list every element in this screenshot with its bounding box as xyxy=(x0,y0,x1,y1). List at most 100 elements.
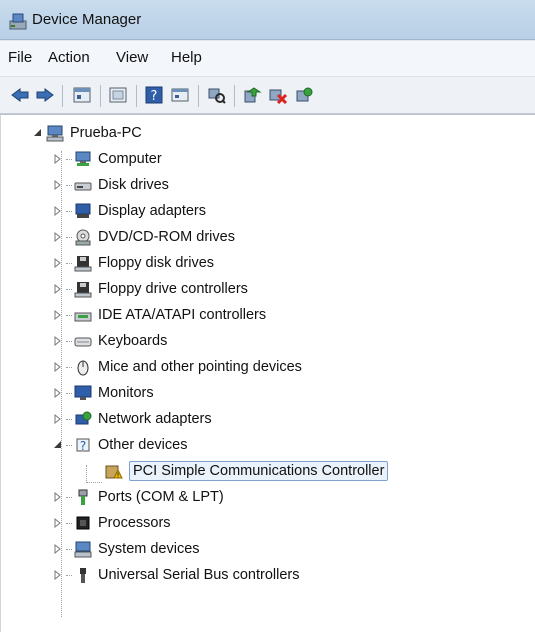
expand-arrow-icon[interactable] xyxy=(53,518,63,528)
tree-category-item[interactable]: Universal Serial Bus controllers xyxy=(53,563,299,587)
ide-controller-icon xyxy=(74,312,92,322)
tree-category-item[interactable]: Monitors xyxy=(53,381,154,405)
collapse-arrow-icon[interactable] xyxy=(53,440,63,450)
tree-category-item[interactable]: Floppy disk drives xyxy=(53,251,214,275)
tree-category-item[interactable]: Display adapters xyxy=(53,199,206,223)
menu-view[interactable]: View xyxy=(116,49,148,66)
expand-arrow-icon[interactable] xyxy=(53,180,63,190)
tree-connector xyxy=(66,522,72,524)
tree-connector xyxy=(66,496,72,498)
toolbar-separator xyxy=(100,85,101,107)
update-driver-icon[interactable] xyxy=(240,84,264,106)
window-title: Device Manager xyxy=(32,11,142,28)
tree-connector xyxy=(86,465,87,483)
scan-hardware-icon[interactable] xyxy=(204,84,228,106)
tree-connector xyxy=(66,392,72,394)
network-adapter-icon xyxy=(75,411,92,425)
menu-action[interactable]: Action xyxy=(48,49,90,66)
console-icon[interactable] xyxy=(168,84,192,106)
tree-category-item[interactable]: DVD/CD-ROM drives xyxy=(53,225,235,249)
tree-category-label: Processors xyxy=(98,515,171,531)
expand-arrow-icon[interactable] xyxy=(53,388,63,398)
device-tree: Prueba-PC Computer Disk drives Display ada… xyxy=(0,114,535,632)
tree-connector xyxy=(66,184,72,186)
tree-connector xyxy=(66,262,72,264)
tree-category-item[interactable]: Mice and other pointing devices xyxy=(53,355,302,379)
floppy-drive-icon xyxy=(74,256,92,272)
dvd-drive-icon xyxy=(75,229,91,246)
back-arrow-icon[interactable] xyxy=(8,84,32,106)
disk-drive-icon xyxy=(74,182,92,191)
toolbar-separator xyxy=(234,85,235,107)
tree-category-item[interactable]: Processors xyxy=(53,511,171,535)
expand-arrow-icon[interactable] xyxy=(53,544,63,554)
tree-category-item[interactable]: Network adapters xyxy=(53,407,212,431)
properties-icon[interactable] xyxy=(70,84,94,106)
expand-arrow-icon[interactable] xyxy=(53,414,63,424)
uninstall-icon[interactable] xyxy=(292,84,316,106)
tree-connector xyxy=(66,236,72,238)
tree-category-label: Computer xyxy=(98,151,162,167)
mouse-icon xyxy=(77,360,89,376)
expand-arrow-icon[interactable] xyxy=(53,362,63,372)
expand-arrow-icon[interactable] xyxy=(53,284,63,294)
expand-arrow-icon[interactable] xyxy=(53,570,63,580)
tree-category-label: Keyboards xyxy=(98,333,168,349)
tree-connector xyxy=(86,482,102,483)
forward-arrow-icon[interactable] xyxy=(33,84,57,106)
disable-device-icon[interactable] xyxy=(266,84,290,106)
expand-arrow-icon[interactable] xyxy=(53,336,63,346)
tree-connector xyxy=(66,340,72,342)
tree-connector xyxy=(66,366,72,368)
toolbar: ? xyxy=(0,77,535,114)
computer-icon xyxy=(75,151,91,166)
tree-category-label: Other devices xyxy=(98,437,188,453)
svg-text:?: ? xyxy=(80,439,86,453)
tree-category-item[interactable]: Disk drives xyxy=(53,173,169,197)
tree-category-label: Monitors xyxy=(98,385,154,401)
menu-file[interactable]: File xyxy=(8,49,32,66)
tree-device-item[interactable]: ! PCI Simple Communications Controller xyxy=(105,459,389,483)
expand-arrow-icon[interactable] xyxy=(53,258,63,268)
menu-bar: File Action View Help xyxy=(0,41,535,77)
tree-category-item[interactable]: Ports (COM & LPT) xyxy=(53,485,224,509)
tree-root[interactable]: Prueba-PC xyxy=(33,121,142,145)
tree-connector xyxy=(66,574,72,576)
toolbar-separator xyxy=(62,85,63,107)
tree-category-label: Floppy drive controllers xyxy=(98,281,248,297)
tree-connector xyxy=(66,210,72,212)
collapse-arrow-icon[interactable] xyxy=(33,128,43,138)
svg-text:?: ? xyxy=(151,89,158,104)
tree-category-label: System devices xyxy=(98,541,200,557)
device-manager-window: Device Manager File Action View Help ? P… xyxy=(0,0,535,632)
tree-category-label: Floppy disk drives xyxy=(98,255,215,271)
expand-arrow-icon[interactable] xyxy=(53,206,63,216)
tree-connector xyxy=(66,314,72,316)
expand-arrow-icon[interactable] xyxy=(53,154,63,164)
warning-device-icon: ! xyxy=(105,465,123,480)
ports-icon xyxy=(78,489,88,505)
help-icon[interactable]: ? xyxy=(142,84,166,106)
tree-connector xyxy=(66,288,72,290)
tree-category-item[interactable]: IDE ATA/ATAPI controllers xyxy=(53,303,266,327)
tree-category-item[interactable]: ? Other devices xyxy=(53,433,187,457)
tree-category-item[interactable]: Computer xyxy=(53,147,162,171)
show-hide-icon[interactable] xyxy=(106,84,130,106)
expand-arrow-icon[interactable] xyxy=(53,310,63,320)
tree-category-label: DVD/CD-ROM drives xyxy=(98,229,235,245)
tree-connector xyxy=(66,444,72,446)
tree-category-label: Mice and other pointing devices xyxy=(98,359,302,375)
tree-root-label: Prueba-PC xyxy=(70,125,142,141)
svg-text:!: ! xyxy=(117,472,120,480)
expand-arrow-icon[interactable] xyxy=(53,492,63,502)
computer-icon xyxy=(46,125,64,142)
monitor-icon xyxy=(74,385,92,400)
menu-help[interactable]: Help xyxy=(171,49,202,66)
tree-connector xyxy=(66,548,72,550)
tree-category-item[interactable]: System devices xyxy=(53,537,200,561)
keyboard-icon xyxy=(74,337,92,347)
tree-category-item[interactable]: Keyboards xyxy=(53,329,167,353)
expand-arrow-icon[interactable] xyxy=(53,232,63,242)
tree-category-item[interactable]: Floppy drive controllers xyxy=(53,277,248,301)
tree-connector xyxy=(66,158,72,160)
